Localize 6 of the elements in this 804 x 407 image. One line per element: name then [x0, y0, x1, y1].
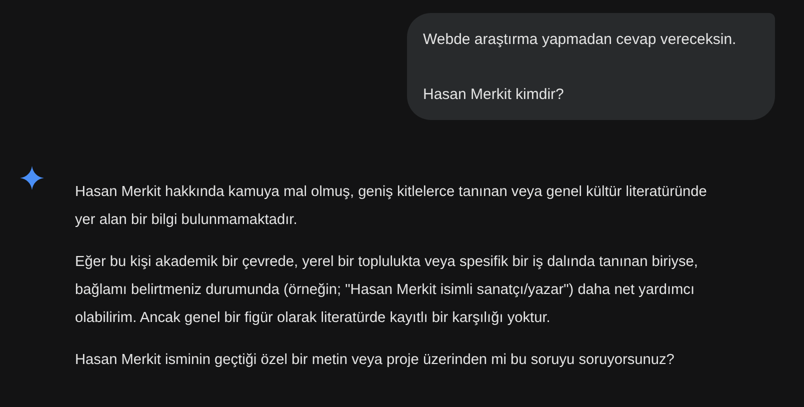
response-paragraph: Hasan Merkit hakkında kamuya mal olmuş, geniş kitlelerce tanınan veya genel kültür literatüründe yer alan bir bilgi bulunmamaktadır. — [75, 183, 708, 230]
sparkle-icon — [20, 166, 44, 190]
user-message-text: Hasan Merkit kimdir? — [423, 85, 565, 105]
user-message-text: Webde araştırma yapmadan cevap vereceksin. — [423, 30, 738, 50]
response-paragraph: Hasan Merkit isminin geçtiği özel bir metin veya proje üzerinden mi bu soruyu soruyorsunuz? — [75, 351, 676, 370]
response-paragraph: Eğer bu kişi akademik bir çevrede, yerel bir toplulukta veya spesifik bir iş dalında tanınan biriyse, bağlamı belirtmeniz durumunda (örneğin; "Hasan Merkit isimli sanatçı/yazar") daha net yardımcı olabilirim. Ancak genel bir figür olarak literatürde kayıtlı bir karşılığı yoktur. — [75, 253, 699, 328]
